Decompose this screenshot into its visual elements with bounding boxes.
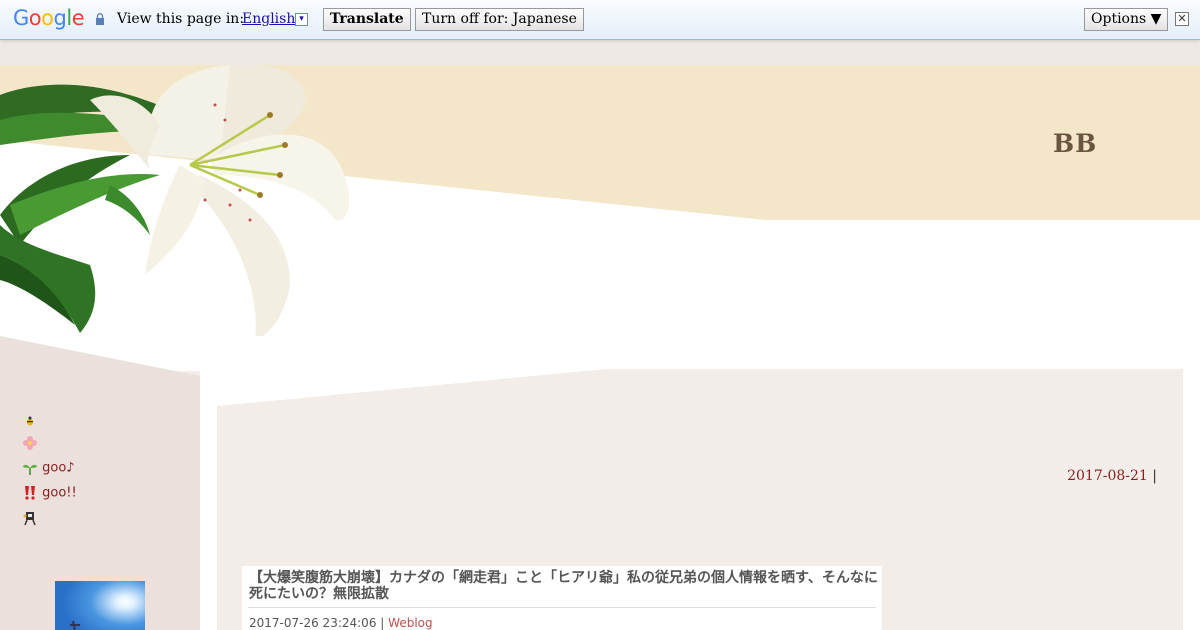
main-top-gap bbox=[217, 336, 1183, 369]
blog-title[interactable]: BB bbox=[1053, 129, 1097, 158]
language-dropdown[interactable]: ▾ bbox=[295, 13, 308, 26]
language-link[interactable]: English bbox=[242, 11, 295, 27]
sidebar-item-1[interactable] bbox=[22, 413, 38, 429]
options-button[interactable]: Options ▼ bbox=[1084, 8, 1169, 31]
sidebar-item-5[interactable] bbox=[22, 510, 38, 526]
entry-category-link[interactable]: Weblog bbox=[388, 616, 432, 630]
entry-meta: 2017-07-26 23:24:06 | Weblog bbox=[249, 616, 433, 630]
sidebar-item-4[interactable]: goo!! bbox=[22, 485, 77, 501]
bee-icon bbox=[27, 416, 33, 426]
gutter bbox=[200, 336, 217, 630]
bird-icon bbox=[23, 512, 36, 526]
meta-separator: | bbox=[380, 616, 385, 630]
right-gutter bbox=[1183, 369, 1200, 630]
translate-bar: Google View this page in: English ▾ Tran… bbox=[0, 0, 1200, 40]
entry-timestamp: 2017-07-26 23:24:06 bbox=[249, 616, 377, 630]
lily-image bbox=[0, 65, 350, 340]
google-logo: Google bbox=[13, 6, 85, 30]
turn-off-button[interactable]: Turn off for: Japanese bbox=[415, 8, 584, 31]
entry-card: 【大爆笑腹筋大崩壊】カナダの「網走君」こと「ヒアリ爺」私の従兄弟の個人情報を晒す… bbox=[242, 566, 882, 630]
flower-icon bbox=[23, 436, 37, 450]
sidebar-item-3[interactable]: goo♪ bbox=[22, 460, 75, 476]
sidebar-item-2[interactable] bbox=[22, 435, 38, 451]
view-page-label: View this page in: bbox=[117, 11, 245, 27]
main-corner bbox=[217, 369, 607, 406]
header-strip bbox=[0, 41, 1200, 65]
lock-icon bbox=[96, 13, 104, 25]
date-link[interactable]: 2017-08-21 | bbox=[1067, 468, 1157, 484]
entry-title[interactable]: 【大爆笑腹筋大崩壊】カナダの「網走君」こと「ヒアリ爺」私の従兄弟の個人情報を晒す… bbox=[249, 570, 879, 602]
entry-divider bbox=[248, 607, 876, 608]
exclamation-icon bbox=[25, 486, 35, 500]
sprout-icon bbox=[23, 464, 37, 475]
close-icon[interactable]: ✕ bbox=[1175, 12, 1189, 26]
sky-photo[interactable] bbox=[55, 581, 145, 630]
translate-button[interactable]: Translate bbox=[323, 8, 411, 31]
